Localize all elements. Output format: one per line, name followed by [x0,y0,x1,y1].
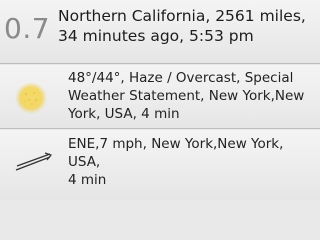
weather-row[interactable]: 48°/44°, Haze / Overcast, Special Weathe… [0,65,320,128]
earthquake-location-line: Northern California, 2561 miles, [58,7,306,25]
weather-line-1: 48°/44°, Haze / Overcast, Special [68,70,294,86]
divider [0,128,320,129]
info-list: 0.7 Northern California, 2561 miles, 34 … [0,0,320,200]
earthquake-row[interactable]: 0.7 Northern California, 2561 miles, 34 … [0,0,320,63]
wind-details: ENE,7 mph, New York,New York, USA, 4 min [68,135,316,189]
hazy-sun-icon [15,82,47,114]
wind-line-1: ENE,7 mph, New York,New York, USA, [68,136,284,170]
divider [0,63,320,64]
wind-arrow-icon [15,152,53,171]
earthquake-magnitude: 0.7 [4,12,51,45]
weather-line-3: York, USA, 4 min [68,106,180,122]
earthquake-time-line: 34 minutes ago, 5:53 pm [58,27,254,45]
earthquake-details: Northern California, 2561 miles, 34 minu… [58,6,316,46]
weather-details: 48°/44°, Haze / Overcast, Special Weathe… [68,69,316,123]
wind-line-2: 4 min [68,172,107,188]
wind-row[interactable]: ENE,7 mph, New York,New York, USA, 4 min [0,130,320,200]
weather-line-2: Weather Statement, New York,New [68,88,305,104]
